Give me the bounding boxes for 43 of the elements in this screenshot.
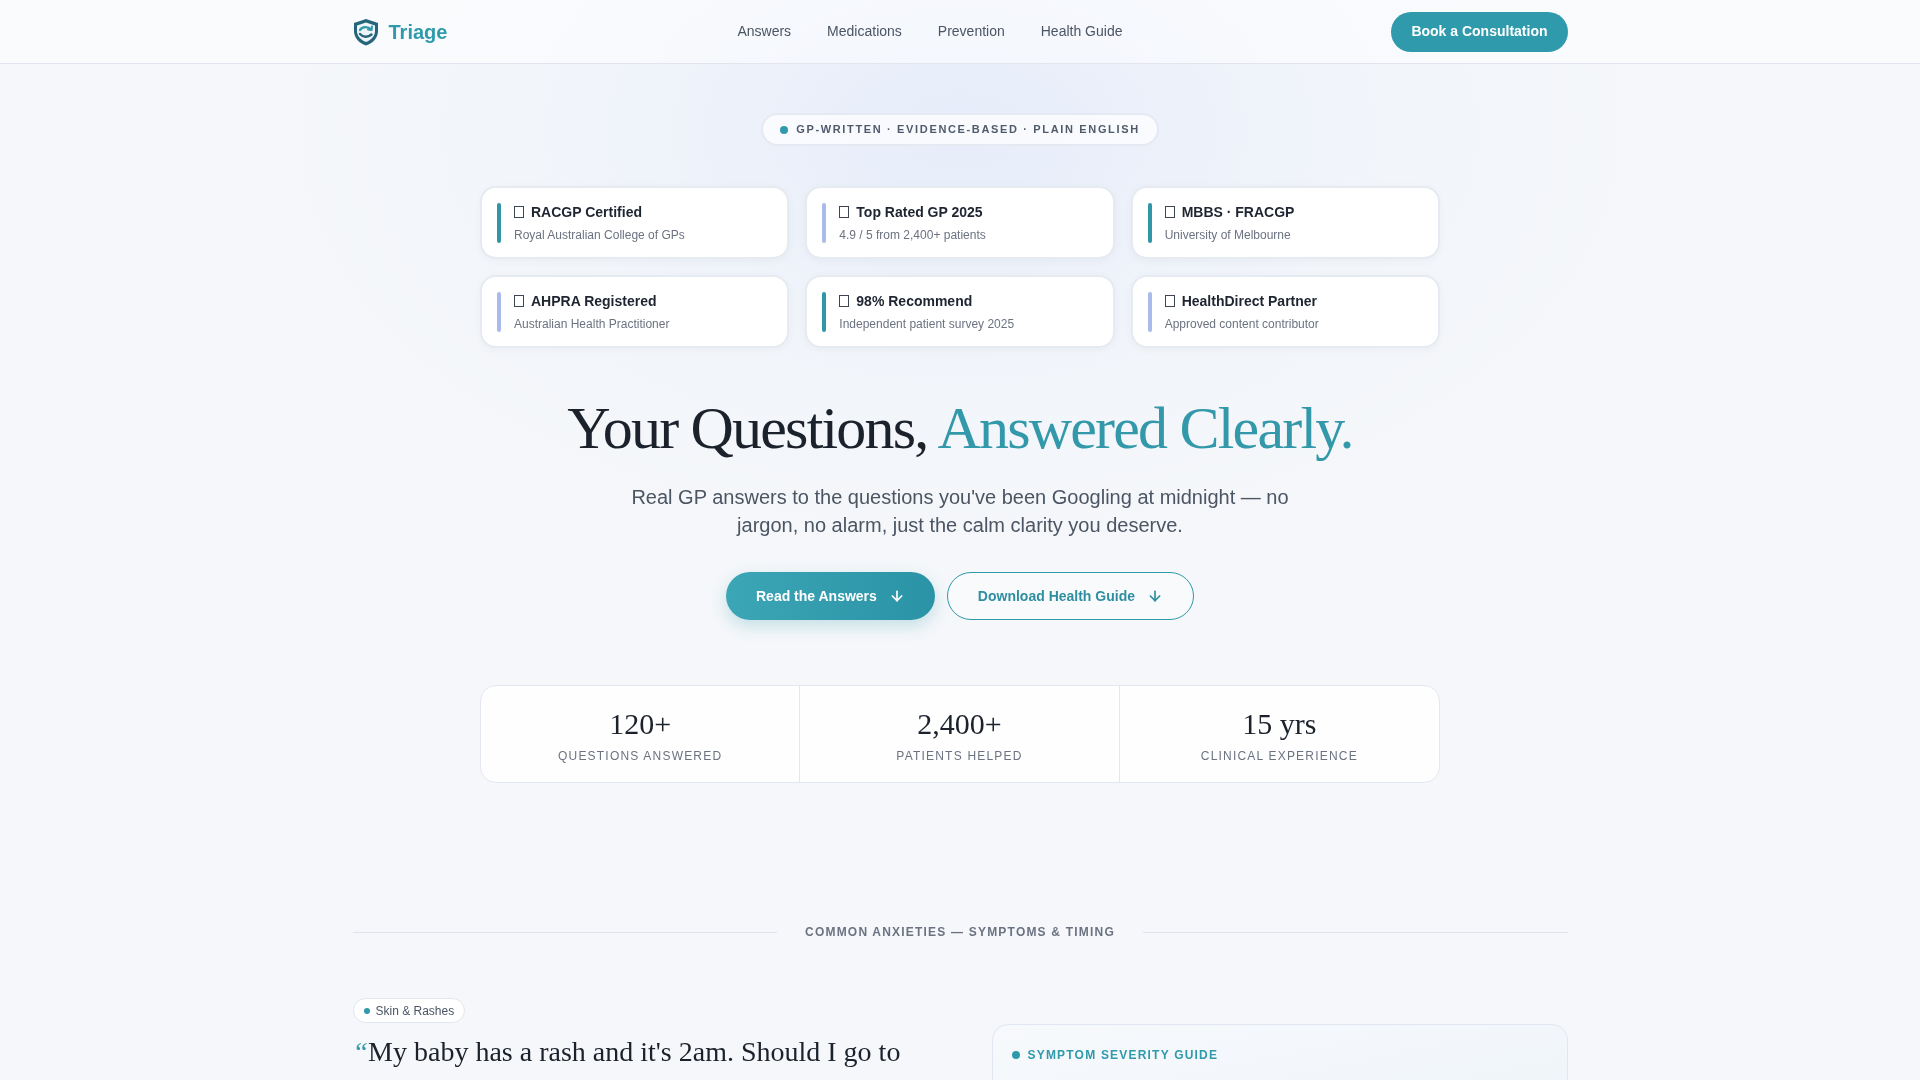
dot-icon bbox=[1011, 1051, 1020, 1059]
empty-square-icon bbox=[514, 295, 524, 307]
stat-value: 2,400+ bbox=[917, 706, 1002, 741]
dot-icon bbox=[780, 125, 789, 134]
credential-title: AHPRA Registered bbox=[531, 291, 657, 311]
stat-value: 120+ bbox=[609, 706, 672, 741]
hero-subtitle: Real GP answers to the questions you've been Googling at midnight — no jargon, no alarm, just the calm clarity you deserve. bbox=[630, 485, 1290, 538]
stat-label: QUESTIONS ANSWERED bbox=[558, 747, 723, 765]
credential-title: Top Rated GP 2025 bbox=[856, 202, 983, 222]
credential-title: 98% Recommend bbox=[856, 291, 973, 311]
credential-subtitle: Royal Australian College of GPs bbox=[514, 226, 685, 244]
credential-title: HealthDirect Partner bbox=[1181, 291, 1318, 311]
logo-text: Triage bbox=[388, 19, 448, 45]
quote-mark: “ bbox=[352, 1035, 369, 1069]
nav-link[interactable]: Medications bbox=[827, 21, 902, 42]
nav-link[interactable]: Answers bbox=[737, 21, 792, 42]
credential-subtitle: University of Melbourne bbox=[1164, 226, 1292, 244]
dot-icon bbox=[363, 1007, 370, 1014]
shield-logo-icon bbox=[352, 17, 379, 46]
credential-title: RACGP Certified bbox=[531, 202, 642, 222]
stat-label: PATIENTS HELPED bbox=[896, 747, 1023, 765]
nav-link[interactable]: Health Guide bbox=[1040, 21, 1123, 42]
empty-square-icon bbox=[1164, 206, 1175, 218]
guide-title: SYMPTOM SEVERITY GUIDE bbox=[1027, 1047, 1219, 1064]
question-heading: My baby has a rash and it's 2am. Should I go to bbox=[368, 1035, 901, 1069]
empty-square-icon bbox=[839, 206, 850, 218]
empty-square-icon bbox=[839, 295, 850, 307]
arrow-down-icon bbox=[1147, 588, 1163, 604]
credential-title: MBBS · FRACGP bbox=[1181, 202, 1295, 222]
credential-subtitle: Independent patient survey 2025 bbox=[839, 315, 1015, 333]
section-heading: COMMON ANXIETIES — SYMPTOMS & TIMING bbox=[805, 924, 1115, 941]
stat-label: CLINICAL EXPERIENCE bbox=[1200, 747, 1358, 765]
nav-link[interactable]: Prevention bbox=[937, 21, 1005, 42]
hero-heading: Your Questions, Answered Clearly. bbox=[567, 396, 1353, 460]
stat-value: 15 yrs bbox=[1242, 706, 1317, 741]
credential-subtitle: Australian Health Practitioner bbox=[514, 315, 670, 333]
empty-square-icon bbox=[1164, 295, 1175, 307]
tagline-text: GP-WRITTEN · EVIDENCE-BASED · PLAIN ENGLISH bbox=[796, 122, 1140, 138]
empty-square-icon bbox=[514, 206, 524, 218]
download-guide-button[interactable]: Download Health Guide bbox=[946, 572, 1194, 620]
category-tag: Skin & Rashes bbox=[352, 998, 466, 1023]
credential-subtitle: Approved content contributor bbox=[1164, 315, 1319, 333]
credential-subtitle: 4.9 / 5 from 2,400+ patients bbox=[839, 226, 986, 244]
